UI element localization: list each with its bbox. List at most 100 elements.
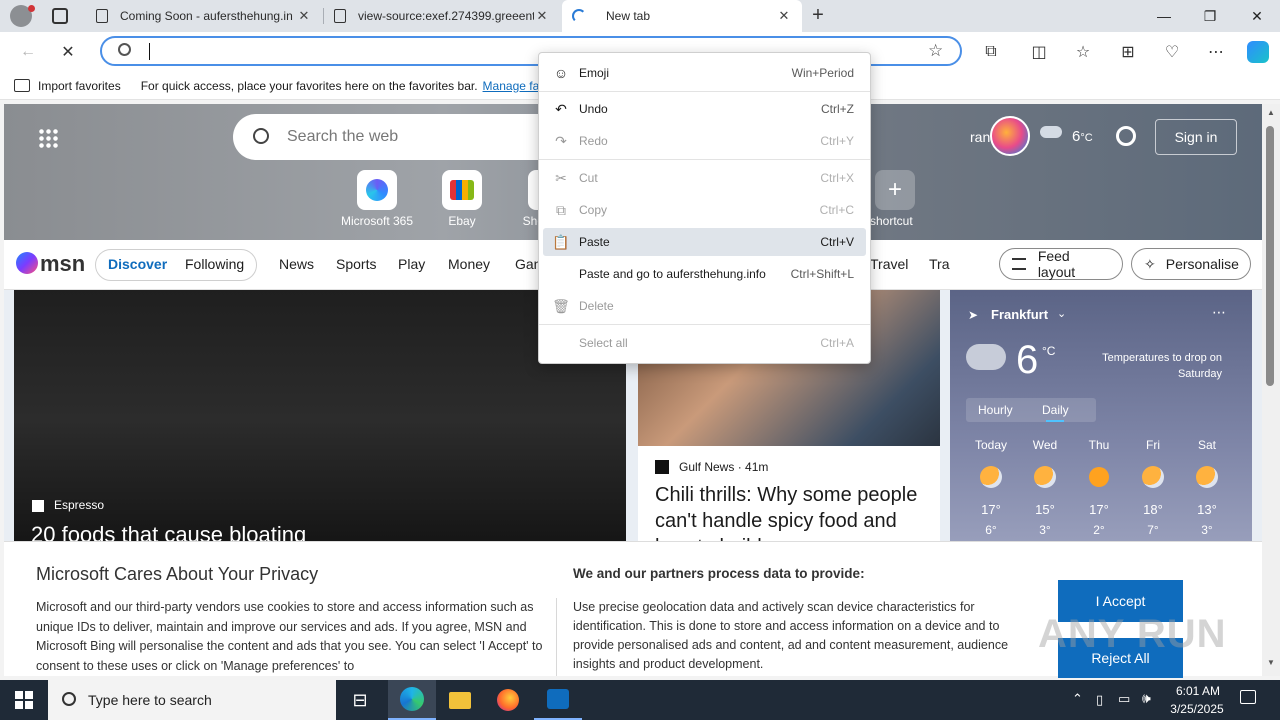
weather-city[interactable]: Frankfurt <box>991 307 1048 322</box>
copy-icon: ⧉ <box>556 201 566 218</box>
day-low: 3° <box>1201 523 1213 537</box>
edge-browser-icon[interactable] <box>388 680 436 720</box>
back-icon[interactable]: ← <box>12 36 44 68</box>
split-screen-icon[interactable]: ◫ <box>1023 36 1055 68</box>
tab-actions-icon[interactable] <box>52 8 68 24</box>
nav-play[interactable]: Play <box>398 256 425 272</box>
partly-sunny-icon <box>980 466 1002 488</box>
msn-logo[interactable]: msn <box>40 251 85 277</box>
menu-shortcut: Ctrl+C <box>819 203 854 217</box>
apps-launcher-icon[interactable] <box>38 128 58 148</box>
volume-icon[interactable]: 🕪 <box>1142 690 1151 707</box>
close-icon[interactable]: ✕ <box>534 8 550 24</box>
network-icon[interactable]: ▭ <box>1118 691 1130 707</box>
menu-item-delete: 🗑 Delete <box>543 292 866 320</box>
clock-time[interactable]: 6:01 AM <box>1172 684 1224 698</box>
outlook-icon[interactable] <box>534 680 582 720</box>
battery-icon[interactable]: ▯ <box>1096 692 1103 708</box>
menu-shortcut: Ctrl+A <box>820 336 854 350</box>
scroll-thumb[interactable] <box>1266 126 1274 386</box>
lead-article-card[interactable]: Espresso 20 foods that cause bloating <box>14 290 626 550</box>
tab-coming-soon[interactable]: Coming Soon - aufersthehung.in ✕ <box>86 0 322 32</box>
sliders-icon <box>1012 258 1026 270</box>
taskbar-search-box[interactable]: Type here to search <box>48 680 336 720</box>
settings-gear-icon[interactable] <box>1116 126 1136 146</box>
scroll-up-icon[interactable]: ▲ <box>1267 108 1275 117</box>
privacy-banner: Microsoft Cares About Your Privacy Micro… <box>4 541 1262 678</box>
nav-money[interactable]: Money <box>448 256 490 272</box>
performance-icon[interactable]: ♡ <box>1156 36 1188 68</box>
clock-date[interactable]: 3/25/2025 <box>1166 702 1228 716</box>
menu-item-paste[interactable]: 📋 Paste Ctrl+V <box>543 228 866 256</box>
tab-discover[interactable]: Discover <box>108 256 167 272</box>
privacy-body: Microsoft and our third-party vendors us… <box>36 600 543 673</box>
copilot-badge-icon[interactable] <box>990 116 1030 156</box>
new-tab-button[interactable]: + <box>806 4 830 28</box>
sign-in-button[interactable]: Sign in <box>1155 119 1237 155</box>
minimize-button[interactable]: — <box>1141 0 1187 32</box>
manage-favorites-link[interactable]: Manage fav <box>483 79 546 93</box>
shortcut-microsoft-365[interactable]: Microsoft 365 <box>337 170 417 228</box>
forecast-fri[interactable]: Fri 18° 7° <box>1128 438 1178 537</box>
task-view-icon[interactable]: ⊟ <box>336 680 384 720</box>
toggle-daily[interactable]: Daily <box>1042 403 1069 417</box>
forecast-wed[interactable]: Wed 15° 3° <box>1020 438 1070 537</box>
windows-taskbar: Type here to search ⊟ ⌃ ▯ ▭ 🕪 6:01 AM 3/… <box>0 680 1280 720</box>
copilot-icon[interactable] <box>1242 36 1274 68</box>
chevron-down-icon[interactable]: ⌄ <box>1057 307 1066 320</box>
close-icon[interactable]: ✕ <box>776 8 792 24</box>
forecast-sat[interactable]: Sat 13° 3° <box>1182 438 1232 537</box>
close-icon[interactable]: ✕ <box>296 8 312 24</box>
tab-new-tab[interactable]: New tab ✕ <box>562 0 802 32</box>
star-icon[interactable]: ☆ <box>928 41 943 61</box>
day-high: 13° <box>1197 502 1217 517</box>
menu-separator <box>539 91 870 92</box>
forecast-thu[interactable]: Thu 17° 2° <box>1074 438 1124 537</box>
toggle-hourly[interactable]: Hourly <box>978 403 1013 417</box>
weather-note[interactable]: Temperatures to drop on Saturday <box>1086 350 1222 382</box>
menu-item-undo[interactable]: ↶ Undo Ctrl+Z <box>543 95 866 123</box>
nav-traffic[interactable]: Tra <box>929 256 949 272</box>
tab-view-source[interactable]: view-source:exef.274399.greeent ✕ <box>324 0 560 32</box>
firefox-icon[interactable] <box>484 680 532 720</box>
tab-title: view-source:exef.274399.greeent <box>358 9 534 23</box>
shortcut-ebay[interactable]: Ebay <box>422 170 502 228</box>
cloud-icon <box>966 344 1006 370</box>
feed-layout-button[interactable]: Feed layout <box>999 248 1123 280</box>
menu-item-emoji[interactable]: ☺ Emoji Win+Period <box>543 59 866 87</box>
maximize-button[interactable]: ❐ <box>1187 0 1233 32</box>
menu-shortcut: Win+Period <box>791 66 854 80</box>
favorites-icon[interactable]: ☆ <box>1067 36 1099 68</box>
windows-start-icon[interactable] <box>0 680 48 720</box>
menu-label: Cut <box>579 171 598 185</box>
weather-card[interactable]: ➤ Frankfurt ⌄ ⋯ 6 °C Temperatures to dro… <box>950 290 1252 550</box>
menu-label: Paste and go to aufersthehung.info <box>579 267 766 281</box>
personalise-button[interactable]: ✧ Personalise <box>1131 248 1251 280</box>
window-close-button[interactable]: ✕ <box>1234 0 1280 32</box>
search-icon <box>62 692 76 706</box>
import-favorites-button[interactable]: Import favorites <box>38 79 121 93</box>
web-search-box[interactable]: Search the web <box>233 114 563 160</box>
day-label: Wed <box>1032 438 1058 452</box>
weather-temp: 6 <box>1016 338 1039 382</box>
page-scrollbar[interactable]: ▲ ▼ <box>1262 104 1280 676</box>
notifications-icon[interactable] <box>1240 690 1256 704</box>
nav-sports[interactable]: Sports <box>336 256 376 272</box>
page-icon <box>334 9 346 23</box>
chevron-up-icon[interactable]: ⌃ <box>1072 691 1083 707</box>
file-explorer-icon[interactable] <box>436 680 484 720</box>
menu-item-paste-and-go[interactable]: Paste and go to aufersthehung.info Ctrl+… <box>543 260 866 288</box>
nav-news[interactable]: News <box>279 256 314 272</box>
tab-following[interactable]: Following <box>185 256 244 272</box>
collections-icon[interactable]: ⊞ <box>1112 36 1144 68</box>
tab-strip: Coming Soon - aufersthehung.in ✕ view-so… <box>0 0 1280 32</box>
scroll-down-icon[interactable]: ▼ <box>1267 658 1275 667</box>
menu-label: Undo <box>579 102 608 116</box>
more-icon[interactable]: ⋯ <box>1200 36 1232 68</box>
more-options-icon[interactable]: ⋯ <box>1212 304 1226 321</box>
menu-label: Select all <box>579 336 628 350</box>
nav-travel[interactable]: Travel <box>870 256 908 272</box>
extensions-icon[interactable]: ⧉ <box>975 36 1007 68</box>
forecast-today[interactable]: Today 17° 6° <box>966 438 1016 537</box>
stop-loading-icon[interactable]: ✕ <box>52 36 84 68</box>
